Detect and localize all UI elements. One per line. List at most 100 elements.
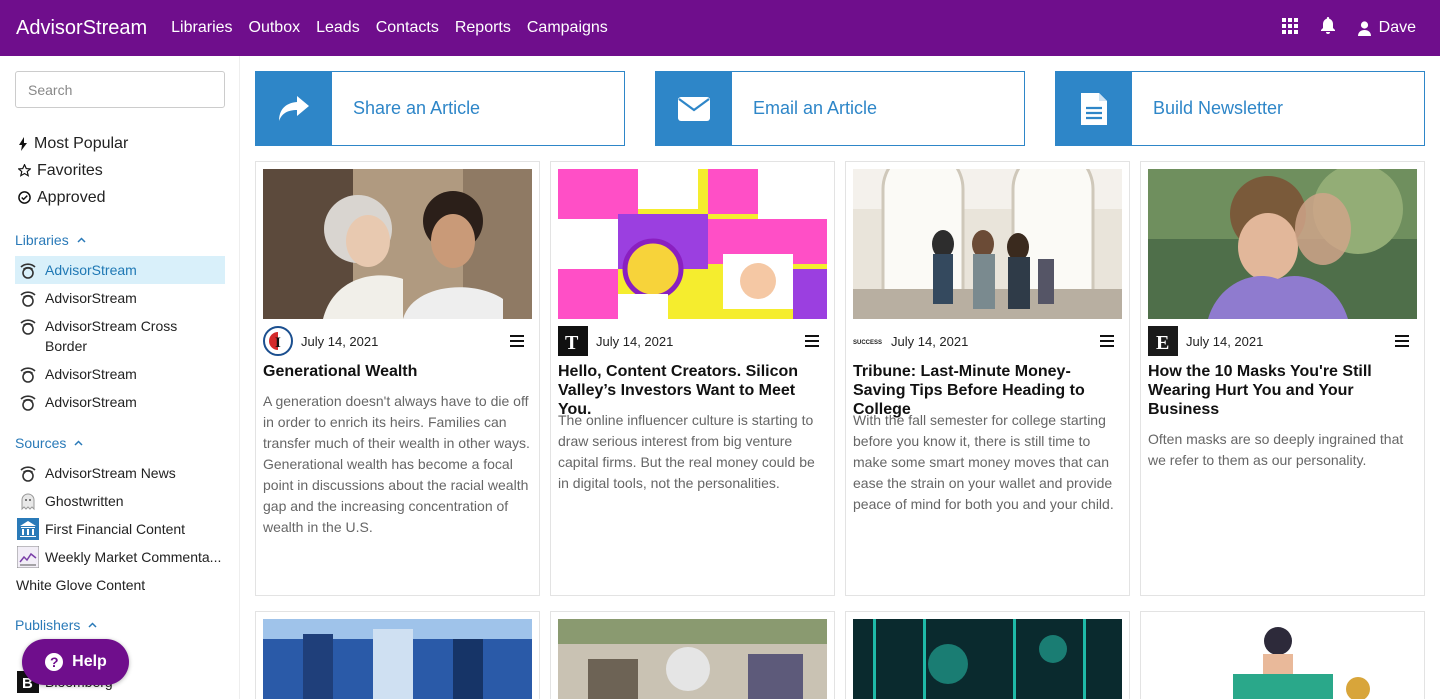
article-summary: With the fall semester for college start…: [853, 412, 1114, 512]
article-image[interactable]: [1148, 619, 1417, 699]
library-item[interactable]: AdvisorStream: [15, 360, 225, 388]
nav-outbox[interactable]: Outbox: [249, 19, 301, 37]
article-image[interactable]: [1148, 169, 1417, 319]
article-image[interactable]: [853, 169, 1122, 319]
source-item[interactable]: First Financial Content: [15, 515, 225, 543]
filter-approved[interactable]: Approved: [18, 184, 128, 211]
filter-favorites[interactable]: Favorites: [18, 157, 128, 184]
nav-leads[interactable]: Leads: [316, 19, 360, 37]
libraries-section-toggle[interactable]: Libraries: [15, 232, 86, 248]
source-item[interactable]: Weekly Market Commenta...: [15, 543, 225, 571]
bolt-icon: [19, 136, 27, 151]
search-input[interactable]: [15, 71, 225, 108]
library-item[interactable]: AdvisorStream: [15, 256, 225, 284]
filter-label: Most Popular: [34, 134, 129, 152]
grid-icon[interactable]: [1281, 17, 1298, 39]
hamburger-menu-icon[interactable]: [1395, 334, 1409, 352]
source-label: Weekly Market Commenta...: [45, 549, 222, 565]
user-menu[interactable]: Dave: [1357, 19, 1416, 37]
user-icon: [1357, 20, 1371, 36]
article-meta: I July 14, 2021: [263, 326, 532, 356]
navbar-right: Dave: [1281, 0, 1416, 56]
article-meta: E July 14, 2021: [1148, 326, 1417, 356]
hamburger-menu-icon[interactable]: [805, 334, 819, 352]
share-article-button[interactable]: Share an Article: [255, 71, 625, 146]
article-card[interactable]: [845, 611, 1130, 699]
bank-icon: [17, 518, 39, 540]
star-icon: [18, 164, 31, 177]
library-label: AdvisorStream: [45, 366, 137, 382]
nav-campaigns[interactable]: Campaigns: [527, 19, 608, 37]
article-date: July 14, 2021: [891, 333, 969, 349]
publisher-mark-text: E: [1156, 332, 1169, 354]
publishers-section-toggle[interactable]: Publishers: [15, 617, 97, 633]
svg-text:?: ?: [50, 654, 59, 670]
advisorstream-logo-icon: [17, 392, 39, 412]
article-card[interactable]: E July 14, 2021 How the 10 Masks You're …: [1140, 161, 1425, 596]
article-summary: Often masks are so deeply ingrained that…: [1148, 431, 1404, 468]
source-item[interactable]: White Glove Content: [15, 571, 225, 599]
action-label: Build Newsletter: [1153, 98, 1284, 118]
article-summary: The online influencer culture is startin…: [558, 412, 815, 491]
article-title[interactable]: Generational Wealth: [263, 362, 532, 381]
source-label: AdvisorStream News: [45, 465, 176, 481]
quick-filters: Most Popular Favorites Approved: [18, 130, 128, 211]
section-title: Sources: [15, 435, 67, 451]
article-title[interactable]: How the 10 Masks You're Still Wearing Hu…: [1148, 362, 1417, 419]
share-icon: [279, 95, 309, 121]
article-card[interactable]: [550, 611, 835, 699]
top-navbar: AdvisorStream Libraries Outbox Leads Con…: [0, 0, 1440, 56]
email-article-button[interactable]: Email an Article: [655, 71, 1025, 146]
publisher-logo-icon: SUCCESS: [853, 326, 883, 356]
nav-contacts[interactable]: Contacts: [376, 19, 439, 37]
article-meta: T July 14, 2021: [558, 326, 827, 356]
library-item[interactable]: AdvisorStream: [15, 388, 225, 416]
build-newsletter-button[interactable]: Build Newsletter: [1055, 71, 1425, 146]
publisher-mark-text: T: [565, 332, 579, 354]
nav-reports[interactable]: Reports: [455, 19, 511, 37]
section-title: Publishers: [15, 617, 81, 633]
article-summary: A generation doesn't always have to die …: [263, 393, 530, 535]
source-label: Ghostwritten: [45, 493, 124, 509]
article-image[interactable]: [558, 619, 827, 699]
filter-label: Approved: [37, 188, 106, 206]
library-item[interactable]: AdvisorStream Cross Border: [15, 312, 225, 360]
chevron-up-icon: [88, 622, 97, 628]
article-image[interactable]: [263, 619, 532, 699]
brand-logo[interactable]: AdvisorStream: [16, 17, 147, 40]
article-image[interactable]: [263, 169, 532, 319]
source-item[interactable]: AdvisorStream News: [15, 459, 225, 487]
hamburger-menu-icon[interactable]: [1100, 334, 1114, 352]
source-label: First Financial Content: [45, 521, 186, 537]
bell-icon[interactable]: [1320, 17, 1336, 39]
filter-label: Favorites: [37, 161, 103, 179]
question-circle-icon: ?: [45, 653, 64, 671]
check-circle-icon: [18, 191, 31, 204]
filter-most-popular[interactable]: Most Popular: [18, 130, 128, 157]
article-date: July 14, 2021: [1186, 333, 1264, 349]
article-card[interactable]: T July 14, 2021 Hello, Content Creators.…: [550, 161, 835, 596]
hamburger-menu-icon[interactable]: [510, 334, 524, 352]
sources-section-toggle[interactable]: Sources: [15, 435, 83, 451]
library-label: AdvisorStream: [45, 290, 137, 306]
library-label: AdvisorStream: [45, 394, 137, 410]
source-item[interactable]: Ghostwritten: [15, 487, 225, 515]
article-image[interactable]: [853, 619, 1122, 699]
nav-libraries[interactable]: Libraries: [171, 19, 232, 37]
newsletter-icon-box: [1056, 72, 1132, 145]
email-icon-box: [656, 72, 732, 145]
document-icon: [1081, 92, 1107, 125]
chevron-up-icon: [74, 440, 83, 446]
article-date: July 14, 2021: [301, 333, 379, 349]
article-card[interactable]: I July 14, 2021 Generational Wealth A ge…: [255, 161, 540, 596]
article-card[interactable]: SUCCESS July 14, 2021 Tribune: Last-Minu…: [845, 161, 1130, 596]
article-card[interactable]: [255, 611, 540, 699]
article-card[interactable]: [1140, 611, 1425, 699]
publisher-logo-icon: T: [558, 326, 588, 356]
help-button[interactable]: ? Help: [22, 639, 129, 685]
help-label: Help: [72, 653, 107, 670]
advisorstream-logo-icon: [17, 316, 39, 336]
section-title: Libraries: [15, 232, 69, 248]
article-image[interactable]: [558, 169, 827, 319]
library-item[interactable]: AdvisorStream: [15, 284, 225, 312]
